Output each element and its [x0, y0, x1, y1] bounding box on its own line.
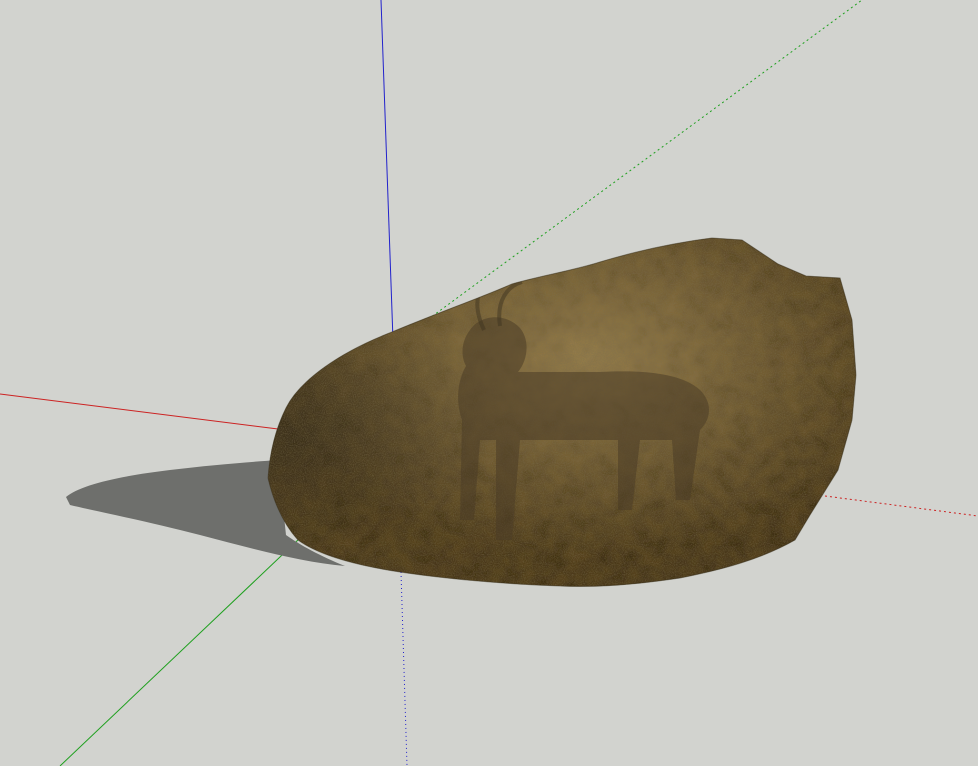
- blue-axis-dotted: [400, 571, 408, 766]
- modeling-viewport[interactable]: [0, 0, 978, 766]
- green-axis-solid: [59, 537, 301, 766]
- red-axis-solid: [0, 393, 287, 431]
- 3d-scene[interactable]: [0, 0, 978, 766]
- rock-model[interactable]: [260, 230, 860, 595]
- red-axis-dotted: [824, 495, 978, 517]
- blue-axis-solid: [380, 0, 394, 341]
